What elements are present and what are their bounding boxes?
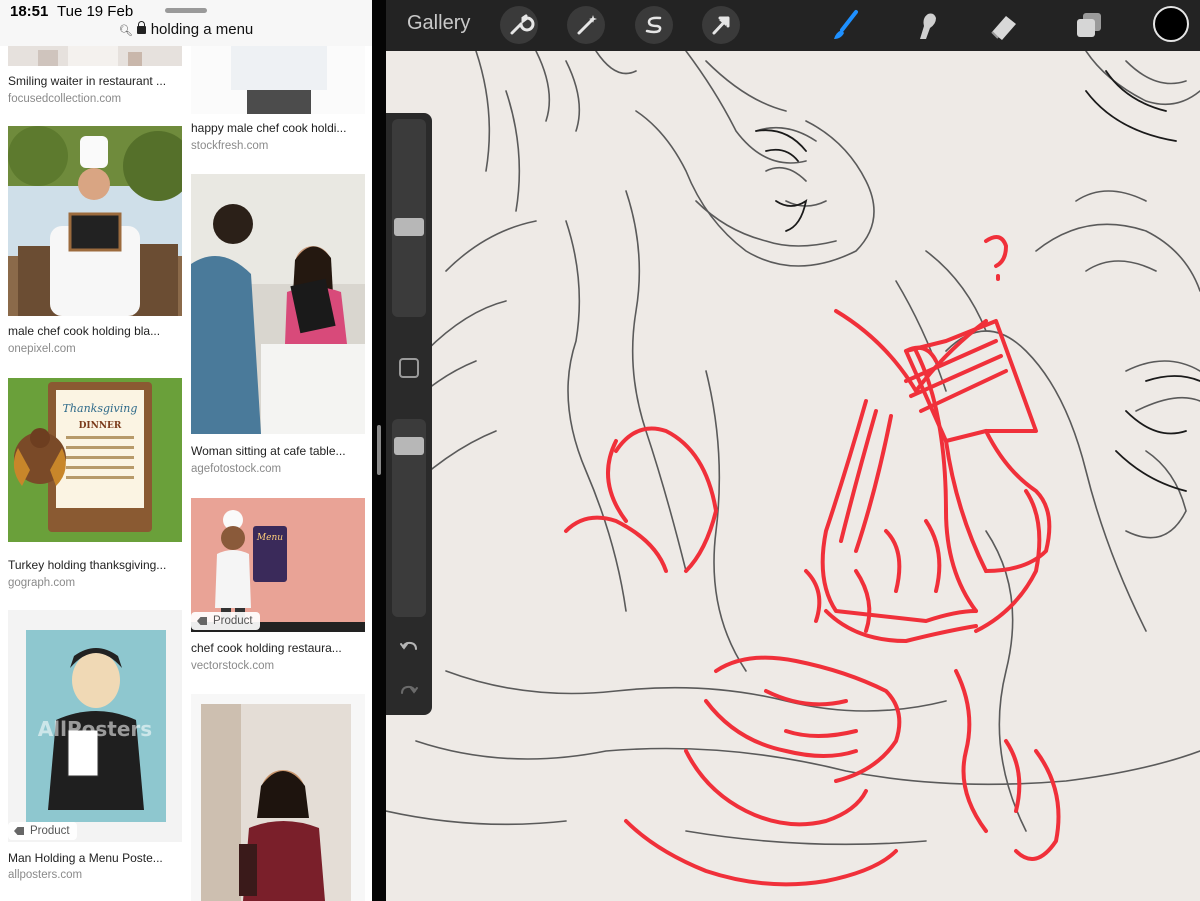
brush-icon: [834, 10, 858, 39]
result-title[interactable]: happy male chef cook holdi...: [191, 121, 346, 135]
smudge-button[interactable]: [906, 6, 944, 44]
undo-icon[interactable]: [397, 635, 421, 659]
layers-icon: [1077, 13, 1101, 37]
procreate-pane: Gallery: [386, 0, 1200, 901]
selection-button[interactable]: [635, 6, 673, 44]
thumb-menu: Menu: [256, 533, 283, 543]
brush-button[interactable]: [826, 6, 864, 44]
opacity-slider[interactable]: [392, 419, 426, 617]
result-title[interactable]: Turkey holding thanksgiving...: [8, 558, 166, 572]
result-thumbnail[interactable]: Thanksgiving DINNER: [8, 378, 182, 542]
eyedropper-button[interactable]: [399, 358, 419, 378]
product-badge: Product: [8, 822, 77, 840]
lock-icon: [136, 21, 146, 34]
transform-button[interactable]: [702, 6, 740, 44]
pencil-sketch: [386, 50, 1200, 846]
thumb-subheading: DINNER: [79, 421, 122, 431]
status-date: Tue 19 Feb: [57, 3, 134, 20]
split-view-grabber[interactable]: [165, 8, 207, 13]
image-results-grid: Smiling waiter in restaurant ... focused…: [0, 46, 372, 901]
tag-icon: [197, 617, 207, 625]
tag-icon: [14, 827, 24, 835]
transform-arrow-icon: [712, 16, 730, 35]
status-bar: 18:51 Tue 19 Feb 🔍︎ holding a menu: [0, 0, 372, 46]
ink-lines: [755, 70, 1200, 492]
brush-size-slider[interactable]: [392, 119, 426, 317]
result-card[interactable]: [187, 694, 367, 901]
result-source: vectorstock.com: [191, 660, 275, 672]
procreate-toolbar: Gallery: [386, 0, 1200, 51]
result-title[interactable]: chef cook holding restaura...: [191, 641, 342, 655]
gallery-button[interactable]: Gallery: [407, 12, 470, 35]
eraser-button[interactable]: [984, 6, 1022, 44]
result-thumbnail[interactable]: [8, 46, 182, 66]
product-badge-label: Product: [30, 825, 70, 837]
result-card[interactable]: Thanksgiving DINNER Turkey holding thank…: [4, 378, 182, 598]
opacity-knob[interactable]: [394, 437, 424, 455]
split-view-handle[interactable]: [377, 425, 381, 475]
drawing-canvas[interactable]: [386, 50, 1200, 901]
smudge-icon: [920, 13, 936, 39]
color-picker-button[interactable]: [1153, 6, 1189, 42]
result-card[interactable]: AllPosters Product Man Holding a Menu Po…: [4, 610, 182, 890]
result-card[interactable]: Menu Product chef cook holding restaura.…: [187, 498, 367, 678]
status-time: 18:51: [10, 3, 49, 20]
result-source: stockfresh.com: [191, 140, 269, 152]
result-source: onepixel.com: [8, 343, 76, 355]
result-source: agefotostock.com: [191, 463, 282, 475]
actions-button[interactable]: [500, 6, 538, 44]
product-badge-label: Product: [213, 615, 253, 627]
eraser-icon: [991, 16, 1016, 40]
result-card[interactable]: male chef cook holding bla... onepixel.c…: [4, 126, 182, 366]
result-source: allposters.com: [8, 869, 83, 881]
result-source: gograph.com: [8, 577, 76, 589]
brush-size-knob[interactable]: [394, 218, 424, 236]
result-card[interactable]: Smiling waiter in restaurant ... focused…: [4, 46, 182, 116]
search-icon: 🔍︎: [118, 25, 133, 37]
wrench-icon: [510, 14, 535, 35]
result-title[interactable]: Man Holding a Menu Poste...: [8, 851, 163, 865]
result-title[interactable]: male chef cook holding bla...: [8, 324, 160, 338]
redo-icon[interactable]: [397, 679, 421, 703]
result-thumbnail[interactable]: [191, 694, 365, 901]
magic-wand-icon: [577, 15, 597, 35]
url-bar[interactable]: 🔍︎ holding a menu: [0, 21, 372, 41]
result-title[interactable]: Smiling waiter in restaurant ...: [8, 74, 166, 88]
result-thumbnail[interactable]: [8, 126, 182, 316]
thumb-heading: Thanksgiving: [63, 402, 138, 415]
red-sketch: [564, 235, 1061, 887]
result-thumbnail[interactable]: [191, 46, 365, 114]
safari-pane: 18:51 Tue 19 Feb 🔍︎ holding a menu Smilin…: [0, 0, 372, 901]
result-thumbnail[interactable]: [191, 174, 365, 434]
thumb-watermark: AllPosters: [38, 717, 152, 741]
result-card[interactable]: Woman sitting at cafe table... agefotost…: [187, 174, 367, 484]
result-title[interactable]: Woman sitting at cafe table...: [191, 444, 346, 458]
adjustments-button[interactable]: [567, 6, 605, 44]
brush-sidebar: [386, 113, 432, 715]
url-text: holding a menu: [150, 21, 254, 38]
result-thumbnail[interactable]: AllPosters: [8, 610, 182, 842]
sketch-artwork: [386, 50, 1200, 887]
result-card[interactable]: happy male chef cook holdi... stockfresh…: [187, 46, 367, 161]
product-badge: Product: [191, 612, 260, 630]
selection-icon: [645, 16, 662, 34]
layers-button[interactable]: [1070, 6, 1108, 44]
result-source: focusedcollection.com: [8, 93, 122, 105]
